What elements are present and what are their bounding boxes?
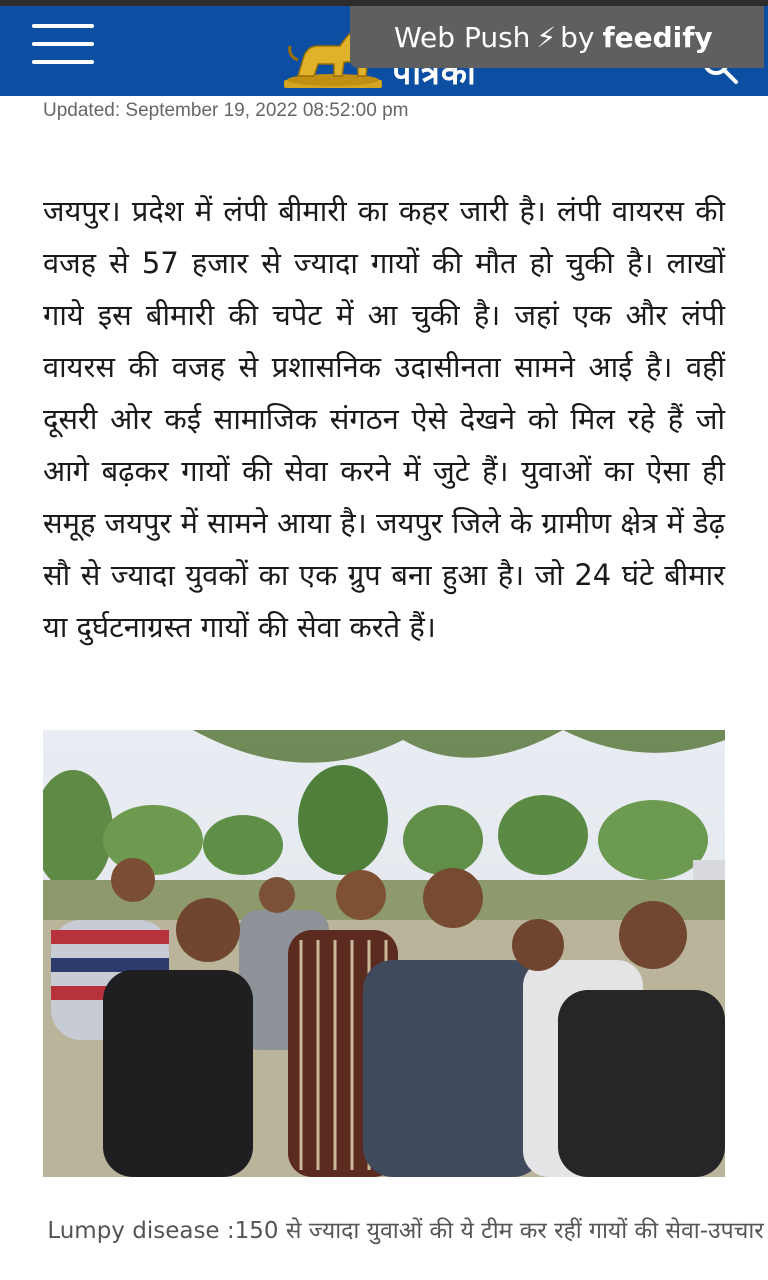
web-push-banner[interactable]: Web Push ⚡ by feedify: [350, 6, 764, 68]
article-photo: [43, 730, 725, 1177]
web-push-label: Web Push: [394, 20, 531, 54]
web-push-by: by: [560, 20, 595, 54]
feedify-brand: feedify: [602, 20, 713, 54]
updated-timestamp: Updated: September 19, 2022 08:52:00 pm: [43, 100, 409, 121]
lightning-bolt-icon: ⚡: [536, 20, 557, 54]
photo-caption: Lumpy disease :150 से ज्यादा युवाओं की य…: [47, 1218, 764, 1244]
hamburger-menu-icon[interactable]: [32, 24, 94, 74]
article-body: जयपुर। प्रदेश में लंपी बीमारी का कहर जार…: [43, 194, 725, 644]
group-photo-image: [43, 730, 725, 1177]
